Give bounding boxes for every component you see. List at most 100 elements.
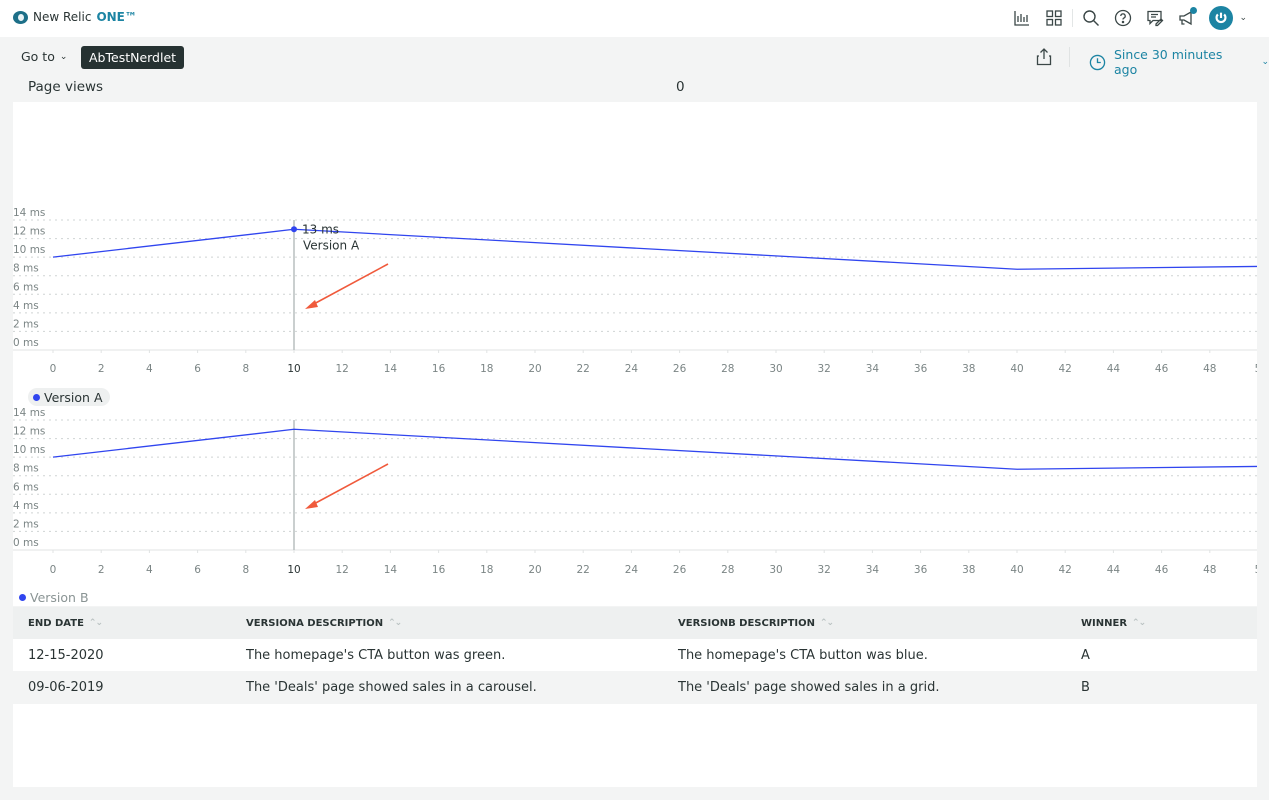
x-tick-label: 20 — [528, 564, 541, 576]
x-tick-label: 48 — [1203, 363, 1216, 375]
y-tick-label: 14 ms — [13, 407, 45, 419]
x-tick-label: 12 — [336, 363, 349, 375]
x-tick-label: 18 — [480, 564, 493, 576]
new-relic-logo[interactable]: New Relic ONE™ — [13, 10, 137, 24]
column-header-versiona-description[interactable]: VERSIONA DESCRIPTION ⌃⌄ — [246, 618, 402, 629]
top-nav-bar: New Relic ONE™ ⌄ — [0, 0, 1269, 37]
x-tick-label: 8 — [242, 564, 249, 576]
clock-icon — [1089, 54, 1106, 70]
table-row[interactable]: 09-06-2019 The 'Deals' page showed sales… — [13, 671, 1257, 703]
x-tick-label: 4 — [146, 564, 153, 576]
share-icon[interactable] — [1036, 48, 1052, 66]
x-tick-label: 5 — [1255, 363, 1257, 375]
column-header-winner[interactable]: WINNER ⌃⌄ — [1081, 617, 1146, 629]
series-dot-icon — [19, 594, 26, 601]
x-tick-label: 34 — [866, 564, 880, 576]
apps-grid-icon[interactable] — [1038, 6, 1070, 30]
y-tick-label: 8 ms — [13, 463, 39, 475]
x-tick-label: 16 — [432, 564, 446, 576]
y-tick-label: 0 ms — [13, 337, 39, 349]
divider — [1069, 47, 1070, 67]
divider — [1072, 9, 1074, 27]
cell-versionb-description: The 'Deals' page showed sales in a grid. — [678, 679, 940, 695]
x-tick-label: 46 — [1155, 363, 1169, 375]
user-avatar[interactable] — [1209, 6, 1234, 30]
column-header-versionb-description[interactable]: VERSIONB DESCRIPTION ⌃⌄ — [678, 617, 834, 629]
x-tick-label: 22 — [577, 564, 590, 576]
column-header-end-date[interactable]: END DATE ⌃⌄ — [28, 618, 103, 629]
cell-end-date: 09-06-2019 — [28, 679, 104, 695]
x-tick-label: 6 — [194, 363, 201, 375]
x-tick-label: 38 — [962, 564, 975, 576]
x-tick-label: 0 — [50, 363, 57, 375]
x-tick-label: 26 — [673, 363, 687, 375]
brand-name: New Relic — [33, 10, 92, 24]
time-picker[interactable]: Since 30 minutes ago ⌄ — [1089, 47, 1269, 77]
x-tick-label: 4 — [146, 363, 153, 375]
y-tick-label: 6 ms — [13, 481, 39, 493]
goto-menu-button[interactable]: Go to ⌄ — [21, 49, 67, 64]
annotation-arrowhead — [305, 300, 318, 309]
x-tick-label: 42 — [1059, 564, 1072, 576]
x-tick-label: 2 — [98, 363, 105, 375]
legend-label: Version A — [44, 389, 103, 405]
x-tick-label: 14 — [384, 363, 398, 375]
line-charts: 0 ms2 ms4 ms6 ms8 ms10 ms12 ms14 ms0 2 4 6 8… — [13, 207, 1257, 576]
nerdlet-header: Go to ⌄ AbTestNerdlet Since 30 minutes a… — [0, 37, 1269, 77]
y-tick-label: 12 ms — [13, 226, 45, 238]
cell-winner: B — [1081, 679, 1090, 695]
announcements-icon[interactable] — [1171, 6, 1203, 30]
tooltip-point — [291, 226, 297, 233]
y-tick-label: 0 ms — [13, 537, 39, 549]
billboard-label: Page views — [28, 79, 104, 95]
search-icon[interactable] — [1075, 6, 1107, 30]
series-line-version-b — [52, 428, 1257, 470]
x-tick-label: 28 — [721, 363, 734, 375]
tooltip-value: 13 ms — [302, 222, 339, 236]
x-tick-label: 46 — [1155, 564, 1169, 576]
sort-icon: ⌃⌄ — [820, 617, 834, 628]
x-tick-label: 2 — [98, 564, 105, 576]
y-tick-label: 4 ms — [13, 300, 39, 312]
cell-winner: A — [1081, 647, 1090, 663]
annotation-arrow — [311, 263, 389, 306]
y-tick-label: 12 ms — [13, 426, 45, 438]
x-tick-label: 32 — [818, 564, 831, 576]
x-tick-label: 32 — [818, 363, 831, 375]
y-tick-label: 8 ms — [13, 263, 39, 275]
top-nav-icons: ⌄ — [1006, 6, 1247, 30]
table-row[interactable]: 12-15-2020 The homepage's CTA button was… — [13, 639, 1257, 671]
charts-panel: 0 ms 2 ms 4 ms 6 ms 8 ms 10 ms 12 ms 14 ms 0 2 4 6 8… — [13, 102, 1257, 606]
legend-label: Version B — [30, 590, 89, 605]
y-tick-label: 10 ms — [13, 444, 45, 456]
x-tick-label: 10 — [287, 363, 300, 375]
x-tick-label: 42 — [1059, 363, 1072, 375]
x-tick-label: 38 — [962, 363, 975, 375]
chevron-down-icon: ⌄ — [59, 51, 68, 62]
new-relic-logo-icon — [13, 10, 28, 24]
x-tick-label: 6 — [194, 564, 201, 576]
sort-icon: ⌃⌄ — [1132, 617, 1146, 628]
time-range-label: Since 30 minutes ago — [1113, 47, 1223, 77]
chart-icon[interactable] — [1006, 6, 1038, 30]
x-tick-label: 30 — [769, 564, 782, 576]
series-dot-icon — [33, 393, 40, 401]
nerdlet-breadcrumb[interactable]: AbTestNerdlet — [81, 46, 185, 69]
goto-label: Go to — [21, 49, 55, 64]
x-tick-label: 5 — [1255, 564, 1257, 576]
chevron-down-icon[interactable]: ⌄ — [1239, 13, 1247, 23]
legend-item-version-b[interactable]: Version B — [19, 590, 89, 605]
billboard-value: 0 — [676, 79, 685, 95]
feedback-icon[interactable] — [1139, 6, 1171, 30]
cell-versionb-description: The homepage's CTA button was blue. — [678, 647, 928, 663]
cell-end-date: 12-15-2020 — [28, 647, 104, 663]
series-line-version-a — [52, 228, 1257, 270]
x-tick-label: 10 — [287, 564, 300, 576]
x-tick-label: 40 — [1010, 363, 1023, 375]
x-tick-label: 0 — [50, 564, 57, 576]
x-tick-label: 34 — [866, 363, 880, 375]
legend-item-version-a[interactable]: Version A — [28, 388, 110, 406]
help-icon[interactable] — [1107, 6, 1139, 30]
x-tick-label: 28 — [721, 564, 734, 576]
chevron-down-icon: ⌄ — [1261, 57, 1269, 67]
